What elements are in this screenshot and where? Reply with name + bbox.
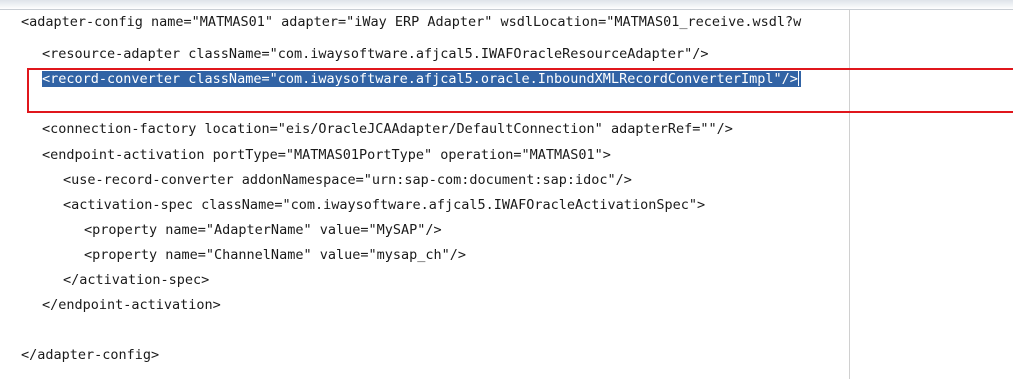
code-line-use-record-converter[interactable]: <use-record-converter addonNamespace="ur… [63, 170, 632, 190]
code-line-adapter-config-open[interactable]: <adapter-config name="MATMAS01" adapter=… [21, 12, 801, 32]
editor-top-border [0, 0, 1013, 10]
xml-code-editor[interactable]: <adapter-config name="MATMAS01" adapter=… [0, 0, 1013, 379]
red-highlight-box [27, 68, 1013, 113]
code-line-property-adapter-name[interactable]: <property name="AdapterName" value="MySA… [84, 220, 442, 240]
code-line-activation-spec-close[interactable]: </activation-spec> [63, 270, 209, 290]
code-line-resource-adapter[interactable]: <resource-adapter className="com.iwaysof… [42, 44, 708, 64]
code-line-property-channel-name[interactable]: <property name="ChannelName" value="mysa… [84, 245, 466, 265]
code-line-endpoint-activation-close[interactable]: </endpoint-activation> [42, 295, 221, 315]
print-margin-line [849, 10, 850, 379]
code-line-connection-factory[interactable]: <connection-factory location="eis/Oracle… [42, 119, 733, 139]
code-line-activation-spec-open[interactable]: <activation-spec className="com.iwaysoft… [63, 195, 705, 215]
code-line-adapter-config-close[interactable]: </adapter-config> [21, 345, 159, 365]
code-line-endpoint-activation-open[interactable]: <endpoint-activation portType="MATMAS01P… [42, 145, 611, 165]
